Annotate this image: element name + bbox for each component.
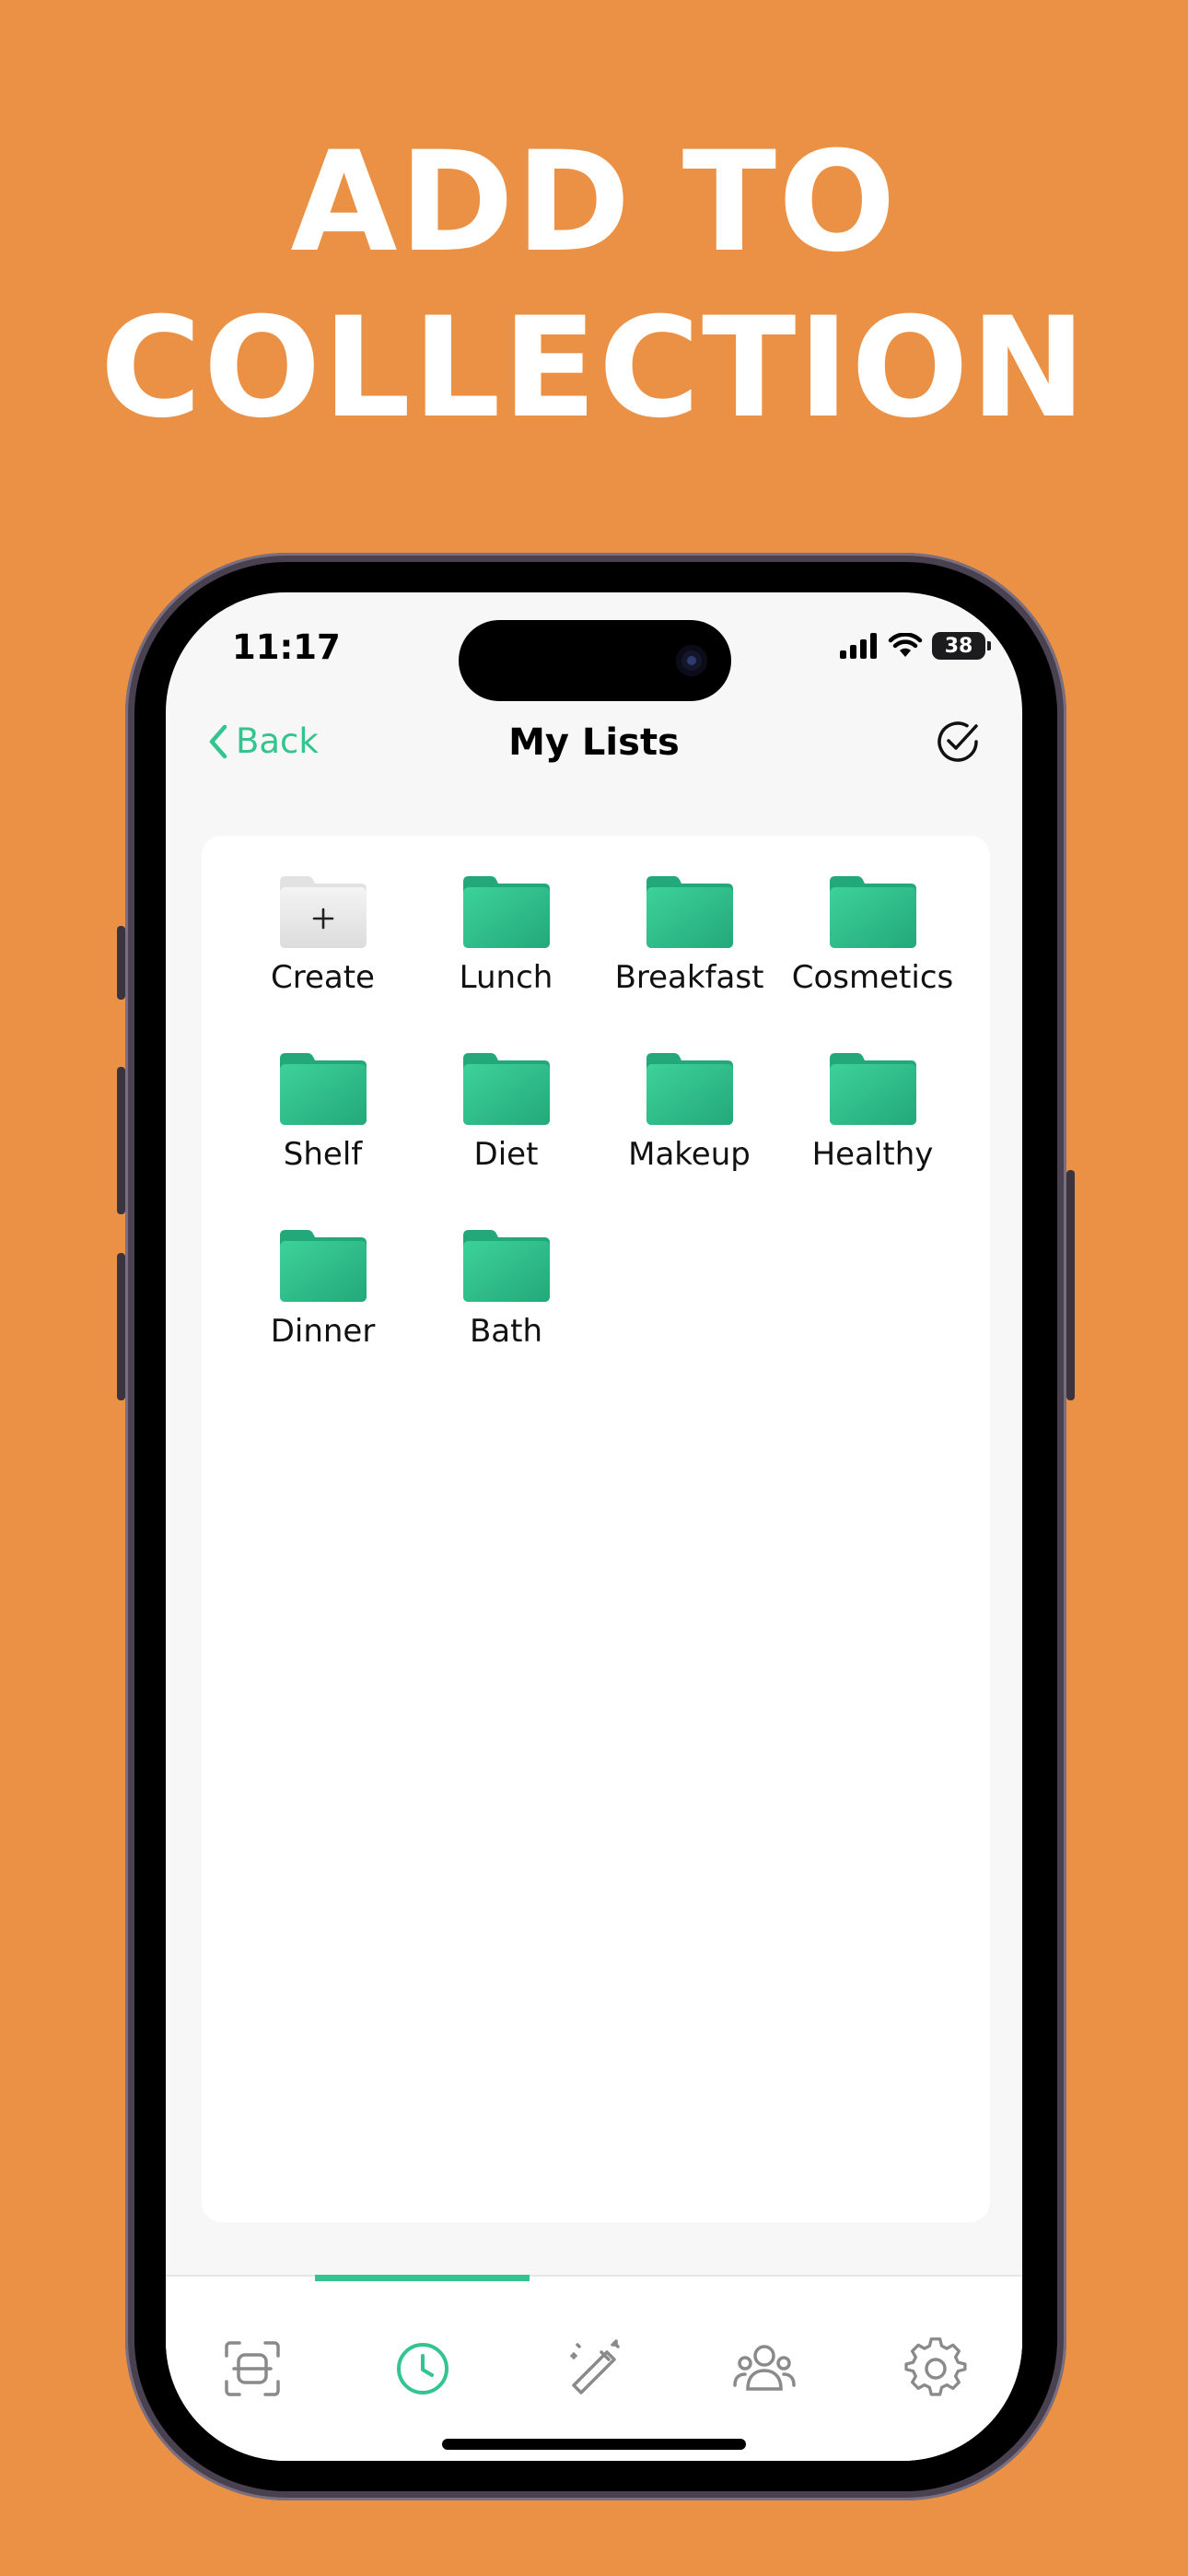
folder-icon xyxy=(829,876,916,948)
status-indicators: 38 xyxy=(840,629,991,662)
folder-label: Shelf xyxy=(283,1136,363,1173)
folder-item[interactable]: Shelf xyxy=(231,1053,414,1200)
volume-up-button xyxy=(117,1067,125,1214)
headline-line-2: COLLECTION xyxy=(99,288,1089,449)
selected-tab-indicator xyxy=(315,2275,530,2281)
folder-item[interactable]: Bath xyxy=(414,1230,598,1377)
headline-line-1: ADD TO xyxy=(290,123,898,283)
home-indicator xyxy=(442,2439,746,2450)
folder-item[interactable]: Cosmetics xyxy=(781,876,964,1024)
folder-item[interactable]: Dinner xyxy=(231,1230,414,1377)
folder-item[interactable]: Diet xyxy=(414,1053,598,1200)
folder-label: Create xyxy=(271,959,375,996)
scan-icon[interactable] xyxy=(221,2337,284,2400)
folder-label: Cosmetics xyxy=(791,959,954,996)
folder-label: Diet xyxy=(473,1136,539,1173)
magic-wand-icon[interactable] xyxy=(563,2337,625,2400)
folder-item[interactable]: Healthy xyxy=(781,1053,964,1200)
folder-icon xyxy=(279,1053,367,1125)
folder-icon xyxy=(829,1053,916,1125)
phone-screen: 11:17 38 Back My Lists Create Lunch Break xyxy=(166,592,1022,2461)
wifi-icon xyxy=(888,633,923,657)
folder-item[interactable]: Makeup xyxy=(598,1053,781,1200)
folder-label: Healthy xyxy=(811,1136,934,1173)
battery-indicator: 38 xyxy=(932,632,991,660)
folder-label: Breakfast xyxy=(614,959,764,996)
create-folder-icon xyxy=(279,876,367,948)
tab-bar xyxy=(166,2275,1022,2461)
folder-item[interactable]: Breakfast xyxy=(598,876,781,1024)
folder-icon xyxy=(462,1230,550,1302)
cellular-signal-icon xyxy=(840,633,877,659)
dynamic-island xyxy=(459,620,731,701)
folder-label: Bath xyxy=(469,1313,543,1350)
folder-label: Lunch xyxy=(459,959,553,996)
settings-gear-icon[interactable] xyxy=(904,2337,967,2400)
folder-label: Dinner xyxy=(270,1313,376,1350)
status-time: 11:17 xyxy=(232,627,341,667)
volume-down-button xyxy=(117,1253,125,1400)
folder-icon xyxy=(646,1053,733,1125)
folder-icon xyxy=(462,876,550,948)
power-button xyxy=(1066,1170,1075,1400)
page-title: My Lists xyxy=(508,721,680,764)
history-clock-icon[interactable] xyxy=(391,2337,454,2400)
people-icon[interactable] xyxy=(733,2337,796,2400)
action-button xyxy=(117,926,125,1000)
folder-icon xyxy=(462,1053,550,1125)
create-list-button[interactable]: Create xyxy=(231,876,414,1024)
promo-headline: ADD TO COLLECTION xyxy=(0,120,1188,451)
folder-label: Makeup xyxy=(628,1136,751,1173)
lists-card: Create Lunch Breakfast Cosmetics Shelf Diet Ma… xyxy=(202,836,990,2222)
done-checkmark-icon[interactable] xyxy=(934,718,982,766)
folder-icon xyxy=(279,1230,367,1302)
folder-item[interactable]: Lunch xyxy=(414,876,598,1024)
folder-icon xyxy=(646,876,733,948)
front-camera-icon xyxy=(676,645,707,676)
navigation-bar: Back My Lists xyxy=(166,694,1022,795)
